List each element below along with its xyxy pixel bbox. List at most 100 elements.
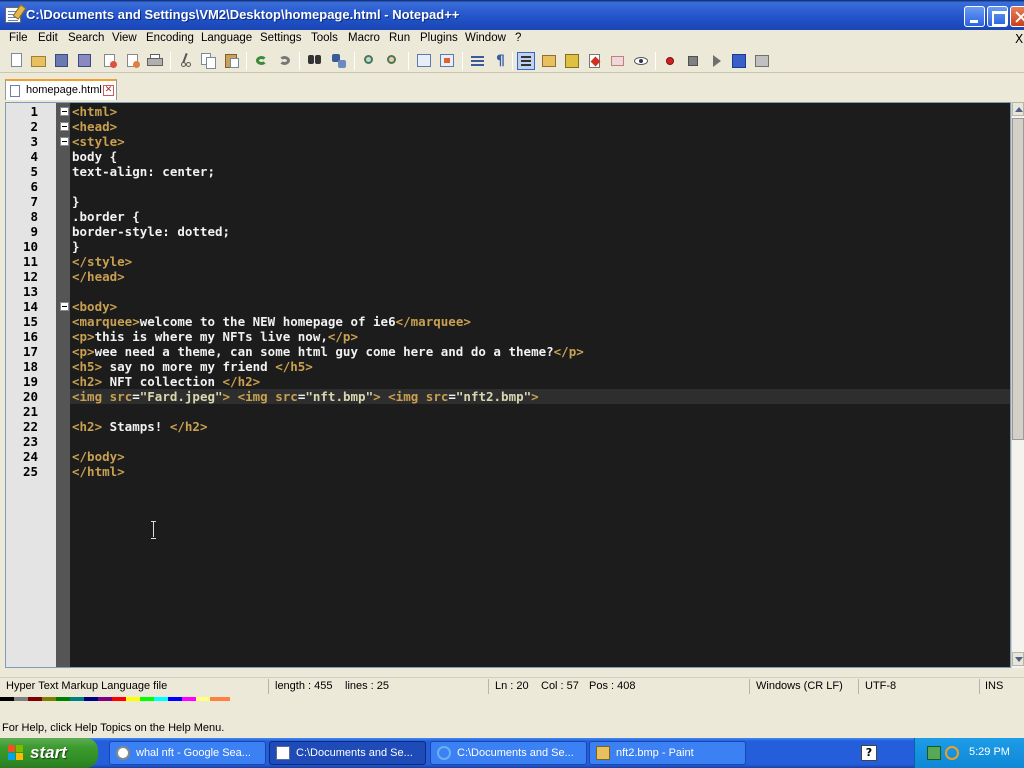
- scroll-down-arrow-icon[interactable]: [1012, 652, 1024, 666]
- code-line[interactable]: 9 border-style: dotted;: [6, 224, 1010, 239]
- fold-toggle-icon[interactable]: [60, 122, 69, 131]
- scroll-thumb[interactable]: [1012, 118, 1024, 440]
- sync-horizontal-icon[interactable]: [438, 52, 456, 70]
- save-icon[interactable]: [53, 52, 71, 70]
- zoom-out-icon[interactable]: [384, 52, 402, 70]
- status-eol-format[interactable]: Windows (CR LF): [756, 680, 843, 692]
- maximize-button[interactable]: [987, 6, 1008, 27]
- paste-icon[interactable]: [223, 52, 241, 70]
- notepad-plus-plus-icon[interactable]: [5, 7, 21, 23]
- record-macro-icon[interactable]: [661, 52, 679, 70]
- close-window-button[interactable]: [1010, 6, 1024, 27]
- menu-help[interactable]: ?: [515, 32, 521, 44]
- code-line[interactable]: 14 <body>: [6, 299, 1010, 314]
- help-icon[interactable]: ?: [861, 745, 877, 761]
- folder-workspace-icon[interactable]: [586, 52, 604, 70]
- sync-vertical-icon[interactable]: [415, 52, 433, 70]
- eye-icon[interactable]: [632, 52, 650, 70]
- save-all-icon[interactable]: [76, 52, 94, 70]
- menu-search[interactable]: Search: [68, 32, 104, 44]
- undo-icon[interactable]: [253, 52, 271, 70]
- stop-macro-icon[interactable]: [684, 52, 702, 70]
- code-line[interactable]: 1 <html>: [6, 104, 1010, 119]
- task-notepad[interactable]: C:\Documents and Se...: [269, 741, 426, 765]
- print-icon[interactable]: [146, 52, 164, 70]
- tab-homepage-html[interactable]: homepage.html ✕: [5, 79, 117, 100]
- menu-encoding[interactable]: Encoding: [146, 32, 194, 44]
- code-line[interactable]: 16 <p>this is where my NFTs live now,</p>: [6, 329, 1010, 344]
- code-line[interactable]: 19 <h2> NFT collection </h2>: [6, 374, 1010, 389]
- menu-macro[interactable]: Macro: [348, 32, 380, 44]
- code-line[interactable]: 22 <h2> Stamps! </h2>: [6, 419, 1010, 434]
- code-token: say no more my friend: [102, 359, 276, 374]
- code-line[interactable]: 7}: [6, 194, 1010, 209]
- function-list-icon[interactable]: [563, 52, 581, 70]
- toolbar: ¶: [0, 49, 1024, 73]
- code-line[interactable]: 21: [6, 404, 1010, 419]
- open-file-icon[interactable]: [30, 52, 48, 70]
- menu-tools[interactable]: Tools: [311, 32, 338, 44]
- search-icon[interactable]: [945, 746, 959, 760]
- task-internet-explorer[interactable]: C:\Documents and Se...: [430, 741, 587, 765]
- word-wrap-icon[interactable]: [469, 52, 487, 70]
- code-line[interactable]: 17 <p>wee need a theme, can some html guy…: [6, 344, 1010, 359]
- start-button[interactable]: start: [0, 738, 98, 768]
- code-line[interactable]: 18 <h5> say no more my friend </h5>: [6, 359, 1010, 374]
- code-line[interactable]: 15 <marquee>welcome to the NEW homepage o…: [6, 314, 1010, 329]
- code-line[interactable]: 8 .border {: [6, 209, 1010, 224]
- window-title: C:\Documents and Settings\VM2\Desktop\ho…: [26, 7, 460, 22]
- status-encoding[interactable]: UTF-8: [865, 680, 896, 692]
- menu-settings[interactable]: Settings: [260, 32, 302, 44]
- task-google-search[interactable]: whal nft - Google Sea...: [109, 741, 266, 765]
- code-line[interactable]: 6: [6, 179, 1010, 194]
- code-editor[interactable]: 1 <html> 2 <head> 3 <style> 4 body {5 text-align…: [5, 102, 1011, 668]
- replace-icon[interactable]: [330, 52, 348, 70]
- vertical-scrollbar[interactable]: [1011, 102, 1024, 668]
- find-icon[interactable]: [306, 52, 324, 70]
- run-macro-multiple-icon[interactable]: [730, 52, 748, 70]
- code-line[interactable]: 20 <img src="Fard.jpeg"> <img src="nft.bm…: [6, 389, 1010, 404]
- scroll-up-arrow-icon[interactable]: [1012, 102, 1024, 116]
- cut-icon[interactable]: [177, 52, 195, 70]
- line-number: 21: [22, 404, 38, 419]
- code-line[interactable]: 2 <head>: [6, 119, 1010, 134]
- menu-file[interactable]: File: [9, 32, 28, 44]
- fold-toggle-icon[interactable]: [60, 107, 69, 116]
- menu-edit[interactable]: Edit: [38, 32, 58, 44]
- indent-guide-icon[interactable]: [517, 52, 535, 70]
- code-line[interactable]: 23: [6, 434, 1010, 449]
- code-line[interactable]: 13: [6, 284, 1010, 299]
- code-line[interactable]: 25 </html>: [6, 464, 1010, 479]
- code-line[interactable]: 24 </body>: [6, 449, 1010, 464]
- title-bar[interactable]: C:\Documents and Settings\VM2\Desktop\ho…: [0, 0, 1024, 30]
- code-line[interactable]: 4 body {: [6, 149, 1010, 164]
- fold-toggle-icon[interactable]: [60, 302, 69, 311]
- task-paint[interactable]: nft2.bmp - Paint: [589, 741, 746, 765]
- code-line[interactable]: 10}: [6, 239, 1010, 254]
- zoom-in-icon[interactable]: [361, 52, 379, 70]
- code-line[interactable]: 11 </style>: [6, 254, 1010, 269]
- save-macro-icon[interactable]: [753, 52, 771, 70]
- show-all-characters-icon[interactable]: ¶: [492, 52, 510, 70]
- menu-run[interactable]: Run: [389, 32, 410, 44]
- close-all-icon[interactable]: [124, 52, 142, 70]
- play-macro-icon[interactable]: [707, 52, 725, 70]
- code-line[interactable]: 3 <style>: [6, 134, 1010, 149]
- tab-close-icon[interactable]: ✕: [103, 85, 114, 96]
- fold-toggle-icon[interactable]: [60, 137, 69, 146]
- close-icon[interactable]: [101, 52, 119, 70]
- menu-plugins[interactable]: Plugins: [420, 32, 458, 44]
- redo-icon[interactable]: [276, 52, 294, 70]
- network-icon[interactable]: [927, 746, 941, 760]
- new-file-icon[interactable]: [8, 52, 26, 70]
- copy-icon[interactable]: [200, 52, 218, 70]
- code-line[interactable]: 5 text-align: center;: [6, 164, 1010, 179]
- minimize-button[interactable]: [964, 6, 985, 27]
- monitoring-icon[interactable]: [609, 52, 627, 70]
- document-map-icon[interactable]: [540, 52, 558, 70]
- close-document-icon[interactable]: X: [1015, 32, 1023, 46]
- menu-language[interactable]: Language: [201, 32, 252, 44]
- menu-window[interactable]: Window: [465, 32, 506, 44]
- menu-view[interactable]: View: [112, 32, 137, 44]
- code-line[interactable]: 12 </head>: [6, 269, 1010, 284]
